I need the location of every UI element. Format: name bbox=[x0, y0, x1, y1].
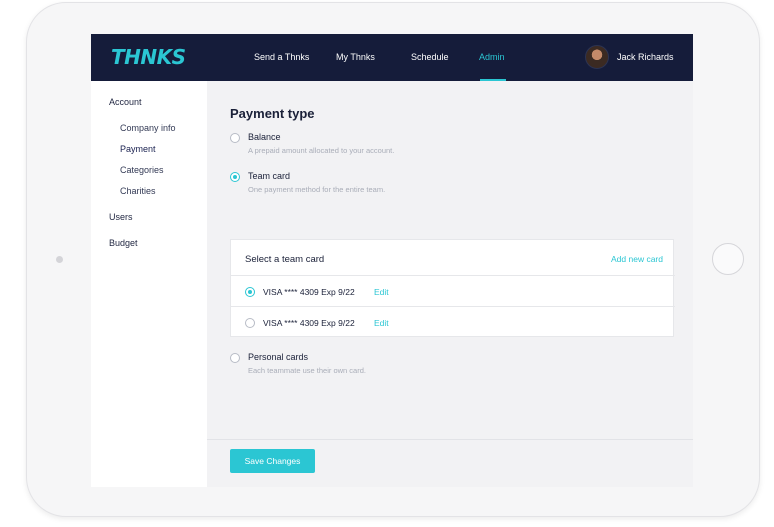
home-button bbox=[712, 243, 744, 275]
add-new-card-link[interactable]: Add new card bbox=[611, 254, 663, 264]
nav-send-a-thnks[interactable]: Send a Thnks bbox=[254, 52, 309, 62]
brand-logo[interactable]: THNKS bbox=[111, 45, 186, 69]
sidebar-item-account[interactable]: Account bbox=[109, 97, 142, 107]
sidebar-item-company-info[interactable]: Company info bbox=[120, 123, 176, 133]
personal-cards-radio[interactable] bbox=[230, 353, 240, 363]
nav-schedule[interactable]: Schedule bbox=[411, 52, 449, 62]
team-card-panel: Select a team card Add new card VISA ***… bbox=[230, 239, 675, 338]
nav-admin[interactable]: Admin bbox=[479, 52, 505, 62]
sidebar: Account Company info Payment Categories … bbox=[91, 81, 207, 487]
sidebar-item-categories[interactable]: Categories bbox=[120, 165, 164, 175]
sidebar-item-users[interactable]: Users bbox=[109, 212, 133, 222]
card-row[interactable]: VISA **** 4309 Exp 9/22 Edit bbox=[231, 307, 675, 338]
edit-card-link[interactable]: Edit bbox=[374, 287, 389, 297]
team-card-label[interactable]: Team card bbox=[248, 171, 290, 181]
balance-radio[interactable] bbox=[230, 133, 240, 143]
balance-label[interactable]: Balance bbox=[248, 132, 281, 142]
page-title: Payment type bbox=[230, 106, 315, 121]
select-team-card-title: Select a team card bbox=[245, 254, 325, 265]
team-card-radio[interactable] bbox=[230, 172, 240, 182]
sidebar-item-payment[interactable]: Payment bbox=[120, 144, 156, 154]
sidebar-item-budget[interactable]: Budget bbox=[109, 238, 138, 248]
card-row[interactable]: VISA **** 4309 Exp 9/22 Edit bbox=[231, 276, 675, 307]
user-name[interactable]: Jack Richards bbox=[617, 52, 674, 62]
card-radio[interactable] bbox=[245, 318, 255, 328]
app-screen: THNKS Send a Thnks My Thnks Schedule Adm… bbox=[91, 34, 693, 487]
card-details: VISA **** 4309 Exp 9/22 bbox=[263, 287, 355, 297]
balance-description: A prepaid amount allocated to your accou… bbox=[248, 146, 395, 155]
camera-icon bbox=[56, 256, 63, 263]
personal-cards-description: Each teammate use their own card. bbox=[248, 366, 366, 375]
edit-card-link[interactable]: Edit bbox=[374, 318, 389, 328]
personal-cards-label[interactable]: Personal cards bbox=[248, 352, 308, 362]
card-radio[interactable] bbox=[245, 287, 255, 297]
nav-my-thnks[interactable]: My Thnks bbox=[336, 52, 375, 62]
team-card-description: One payment method for the entire team. bbox=[248, 185, 386, 194]
sidebar-item-charities[interactable]: Charities bbox=[120, 186, 156, 196]
card-details: VISA **** 4309 Exp 9/22 bbox=[263, 318, 355, 328]
main-content: Payment type Balance A prepaid amount al… bbox=[207, 81, 693, 439]
footer-bar: Save Changes bbox=[207, 439, 693, 487]
top-navigation: THNKS Send a Thnks My Thnks Schedule Adm… bbox=[91, 34, 693, 81]
save-changes-button[interactable]: Save Changes bbox=[230, 449, 315, 473]
user-avatar[interactable] bbox=[585, 45, 609, 69]
team-card-panel-header: Select a team card Add new card bbox=[231, 240, 675, 276]
